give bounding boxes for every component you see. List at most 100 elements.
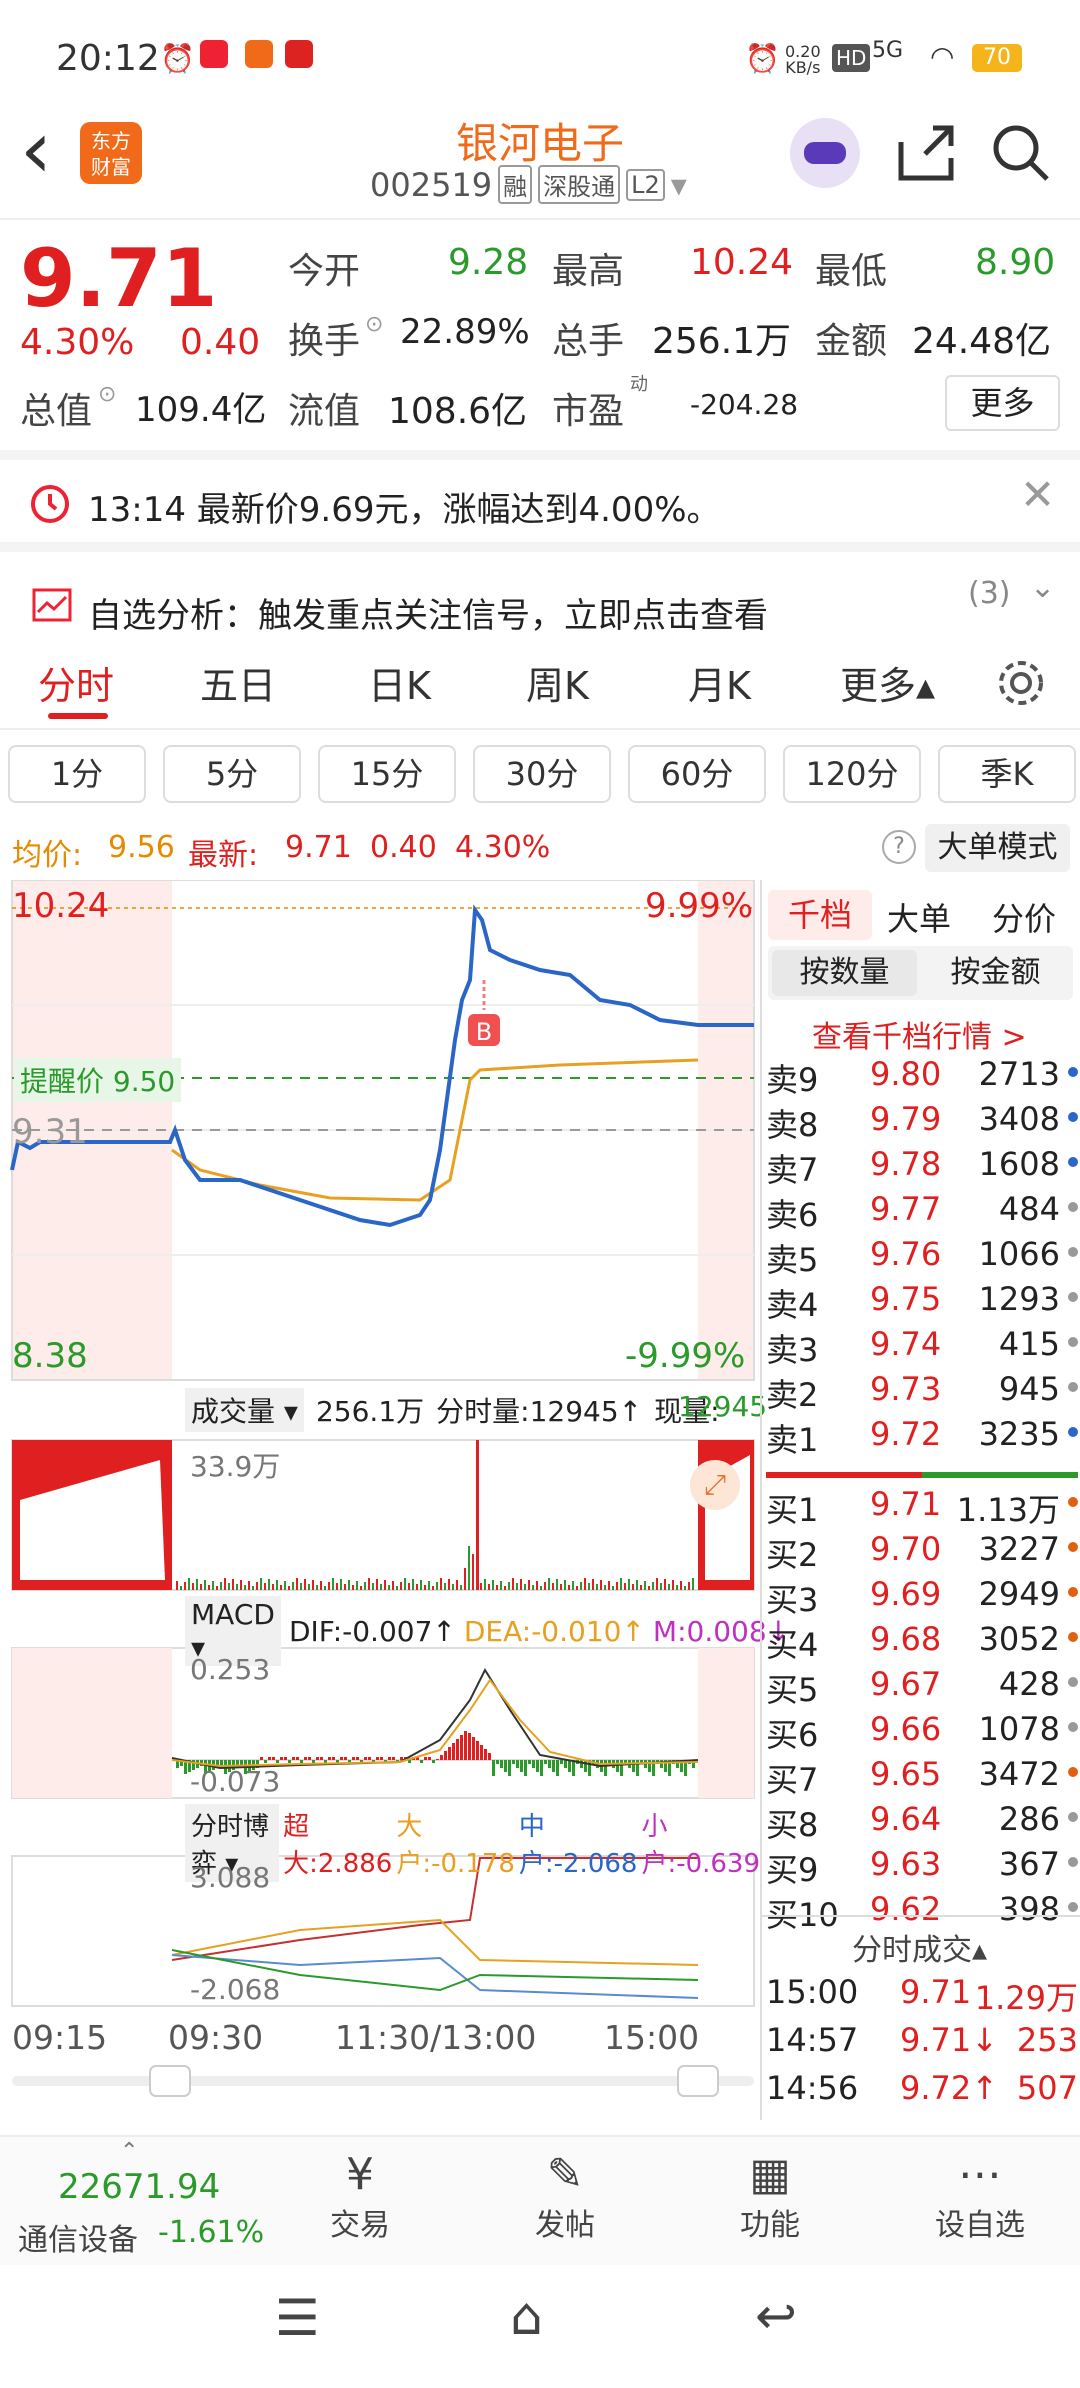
range-slider-handle-right[interactable]	[677, 2065, 719, 2097]
volume-bar	[556, 1579, 558, 1590]
nav-functions[interactable]: ▦ 功能	[730, 2149, 810, 2244]
period-5min[interactable]: 5分	[163, 745, 301, 803]
tab-depth[interactable]: 千档	[768, 890, 872, 940]
ask-row[interactable]: 卖7 9.78 1608	[762, 1145, 1080, 1190]
tab-monthly-k[interactable]: 月K	[688, 655, 751, 710]
range-slider-track[interactable]	[12, 2076, 754, 2086]
game-super-large: 超大:2.886	[283, 1812, 393, 1879]
view-depth-link[interactable]: 查看千档行情 >	[812, 1012, 1027, 1056]
period-season-k[interactable]: 季K	[938, 745, 1076, 803]
ask-row[interactable]: 卖8 9.79 3408	[762, 1100, 1080, 1145]
watchlist-analysis-message[interactable]: 自选分析：触发重点关注信号，立即点击查看	[88, 588, 768, 637]
period-30min[interactable]: 30分	[473, 745, 611, 803]
subtab-by-quantity[interactable]: 按数量	[772, 950, 917, 996]
range-slider-handle-left[interactable]	[149, 2065, 191, 2097]
margin-tag: 融	[498, 165, 533, 204]
robot-assistant-icon[interactable]	[790, 118, 860, 188]
volume-bar	[664, 1579, 666, 1590]
info-icon[interactable]: ⊙	[98, 382, 116, 407]
volume-indicator-select[interactable]: 成交量 ▾	[185, 1388, 304, 1432]
ask-row[interactable]: 卖1 9.72 3235	[762, 1415, 1080, 1460]
share-icon[interactable]	[895, 122, 957, 184]
ask-row[interactable]: 卖4 9.75 1293	[762, 1280, 1080, 1325]
price-alert-message[interactable]: 13:14 最新价9.69元，涨幅达到4.00%。	[88, 482, 721, 531]
alert-price-label[interactable]: 提醒价 9.50	[14, 1058, 182, 1102]
volume-bar	[508, 1582, 510, 1590]
subtab-by-amount[interactable]: 按金额	[923, 950, 1068, 996]
bid-row[interactable]: 买9 9.63 367	[762, 1845, 1080, 1890]
tab-price-dist[interactable]: 分价	[992, 894, 1056, 940]
period-120min[interactable]: 120分	[783, 745, 921, 803]
low-value: 8.90	[975, 242, 1056, 283]
period-1min[interactable]: 1分	[8, 745, 146, 803]
macd-bar	[288, 1760, 291, 1763]
macd-bar	[276, 1760, 279, 1763]
gear-icon[interactable]	[995, 657, 1047, 709]
change-pct: 4.30%	[455, 830, 551, 865]
bid-row[interactable]: 买1 9.71 1.13万	[762, 1485, 1080, 1530]
close-icon[interactable]: ✕	[1020, 470, 1055, 519]
macd-bar	[480, 1745, 483, 1760]
net-speed: 0.20 KB/s	[785, 42, 821, 77]
tab-five-day[interactable]: 五日	[200, 655, 276, 710]
level-dot	[1068, 1497, 1078, 1507]
more-button[interactable]: 更多	[945, 375, 1060, 431]
home-icon[interactable]: ⌂	[510, 2287, 543, 2347]
volume-bar	[360, 1586, 362, 1590]
ask-row[interactable]: 卖2 9.73 945	[762, 1370, 1080, 1415]
sector-index[interactable]: 22671.94	[58, 2167, 220, 2207]
nav-post[interactable]: ✎ 发帖	[525, 2149, 605, 2244]
volume-bar	[452, 1584, 454, 1590]
search-icon[interactable]	[990, 122, 1052, 184]
macd-bar	[352, 1757, 355, 1760]
tab-weekly-k[interactable]: 周K	[526, 655, 589, 710]
alert-count[interactable]: (3)	[968, 576, 1011, 611]
level-volume: 1078	[978, 1710, 1060, 1748]
macd-bar	[500, 1760, 503, 1768]
intraday-chart[interactable]: B 10.24 9.99% 9.31 提醒价 9.50 8.38 -9.99% …	[0, 880, 790, 2120]
bid-row[interactable]: 买3 9.69 2949	[762, 1575, 1080, 1620]
period-60min[interactable]: 60分	[628, 745, 766, 803]
ask-row[interactable]: 卖9 9.80 2713	[762, 1055, 1080, 1100]
expand-icon[interactable]: ⤢	[690, 1460, 740, 1510]
bid-row[interactable]: 买5 9.67 428	[762, 1665, 1080, 1710]
macd-bar	[280, 1757, 283, 1760]
big-order-mode-button[interactable]: 大单模式	[925, 824, 1070, 872]
stock-code-row[interactable]: 002519 融 深股通 L2 ▾	[370, 165, 687, 204]
macd-bar	[484, 1749, 487, 1760]
macd-bar	[444, 1751, 447, 1760]
tab-intraday[interactable]: 分时	[38, 655, 114, 710]
chevron-down-icon[interactable]: ⌄	[1030, 570, 1055, 605]
more-circle-icon: ⋯	[958, 2149, 1002, 2200]
volume-bar	[640, 1585, 642, 1590]
back-nav-icon[interactable]: ↩	[755, 2287, 797, 2345]
period-15min[interactable]: 15分	[318, 745, 456, 803]
alert-banner: 13:14 最新价9.69元，涨幅达到4.00%。 ✕ 自选分析：触发重点关注信…	[0, 450, 1080, 636]
tab-daily-k[interactable]: 日K	[368, 655, 431, 710]
menu-icon[interactable]: ☰	[275, 2289, 320, 2347]
volume-bar	[276, 1580, 278, 1590]
bid-row[interactable]: 买6 9.66 1078	[762, 1710, 1080, 1755]
ask-row[interactable]: 卖3 9.74 415	[762, 1325, 1080, 1370]
volume-bar	[532, 1585, 534, 1590]
change-percent: 4.30%	[20, 322, 135, 363]
battery-icon: 70	[972, 44, 1022, 72]
bid-row[interactable]: 买7 9.65 3472	[762, 1755, 1080, 1800]
tab-more[interactable]: 更多▴	[840, 655, 935, 710]
nav-add-watchlist[interactable]: ⋯ 设自选	[920, 2149, 1040, 2244]
volume-bar	[292, 1582, 294, 1590]
nav-trade[interactable]: ¥ 交易	[320, 2149, 400, 2244]
bid-row[interactable]: 买8 9.64 286	[762, 1800, 1080, 1845]
help-icon[interactable]: ?	[882, 830, 916, 864]
tab-big-orders[interactable]: 大单	[887, 894, 951, 940]
chevron-up-icon[interactable]: ⌃	[120, 2139, 138, 2164]
trades-title[interactable]: 分时成交▴	[852, 1925, 987, 1969]
sector-name[interactable]: 通信设备	[18, 2215, 138, 2259]
chevron-down-icon[interactable]: ▾	[671, 166, 687, 204]
info-icon[interactable]: ⊙	[365, 312, 383, 337]
ask-row[interactable]: 卖5 9.76 1066	[762, 1235, 1080, 1280]
ask-row[interactable]: 卖6 9.77 484	[762, 1190, 1080, 1235]
game-axis-min: -2.068	[190, 1973, 281, 2006]
bid-row[interactable]: 买2 9.70 3227	[762, 1530, 1080, 1575]
bid-row[interactable]: 买4 9.68 3052	[762, 1620, 1080, 1665]
